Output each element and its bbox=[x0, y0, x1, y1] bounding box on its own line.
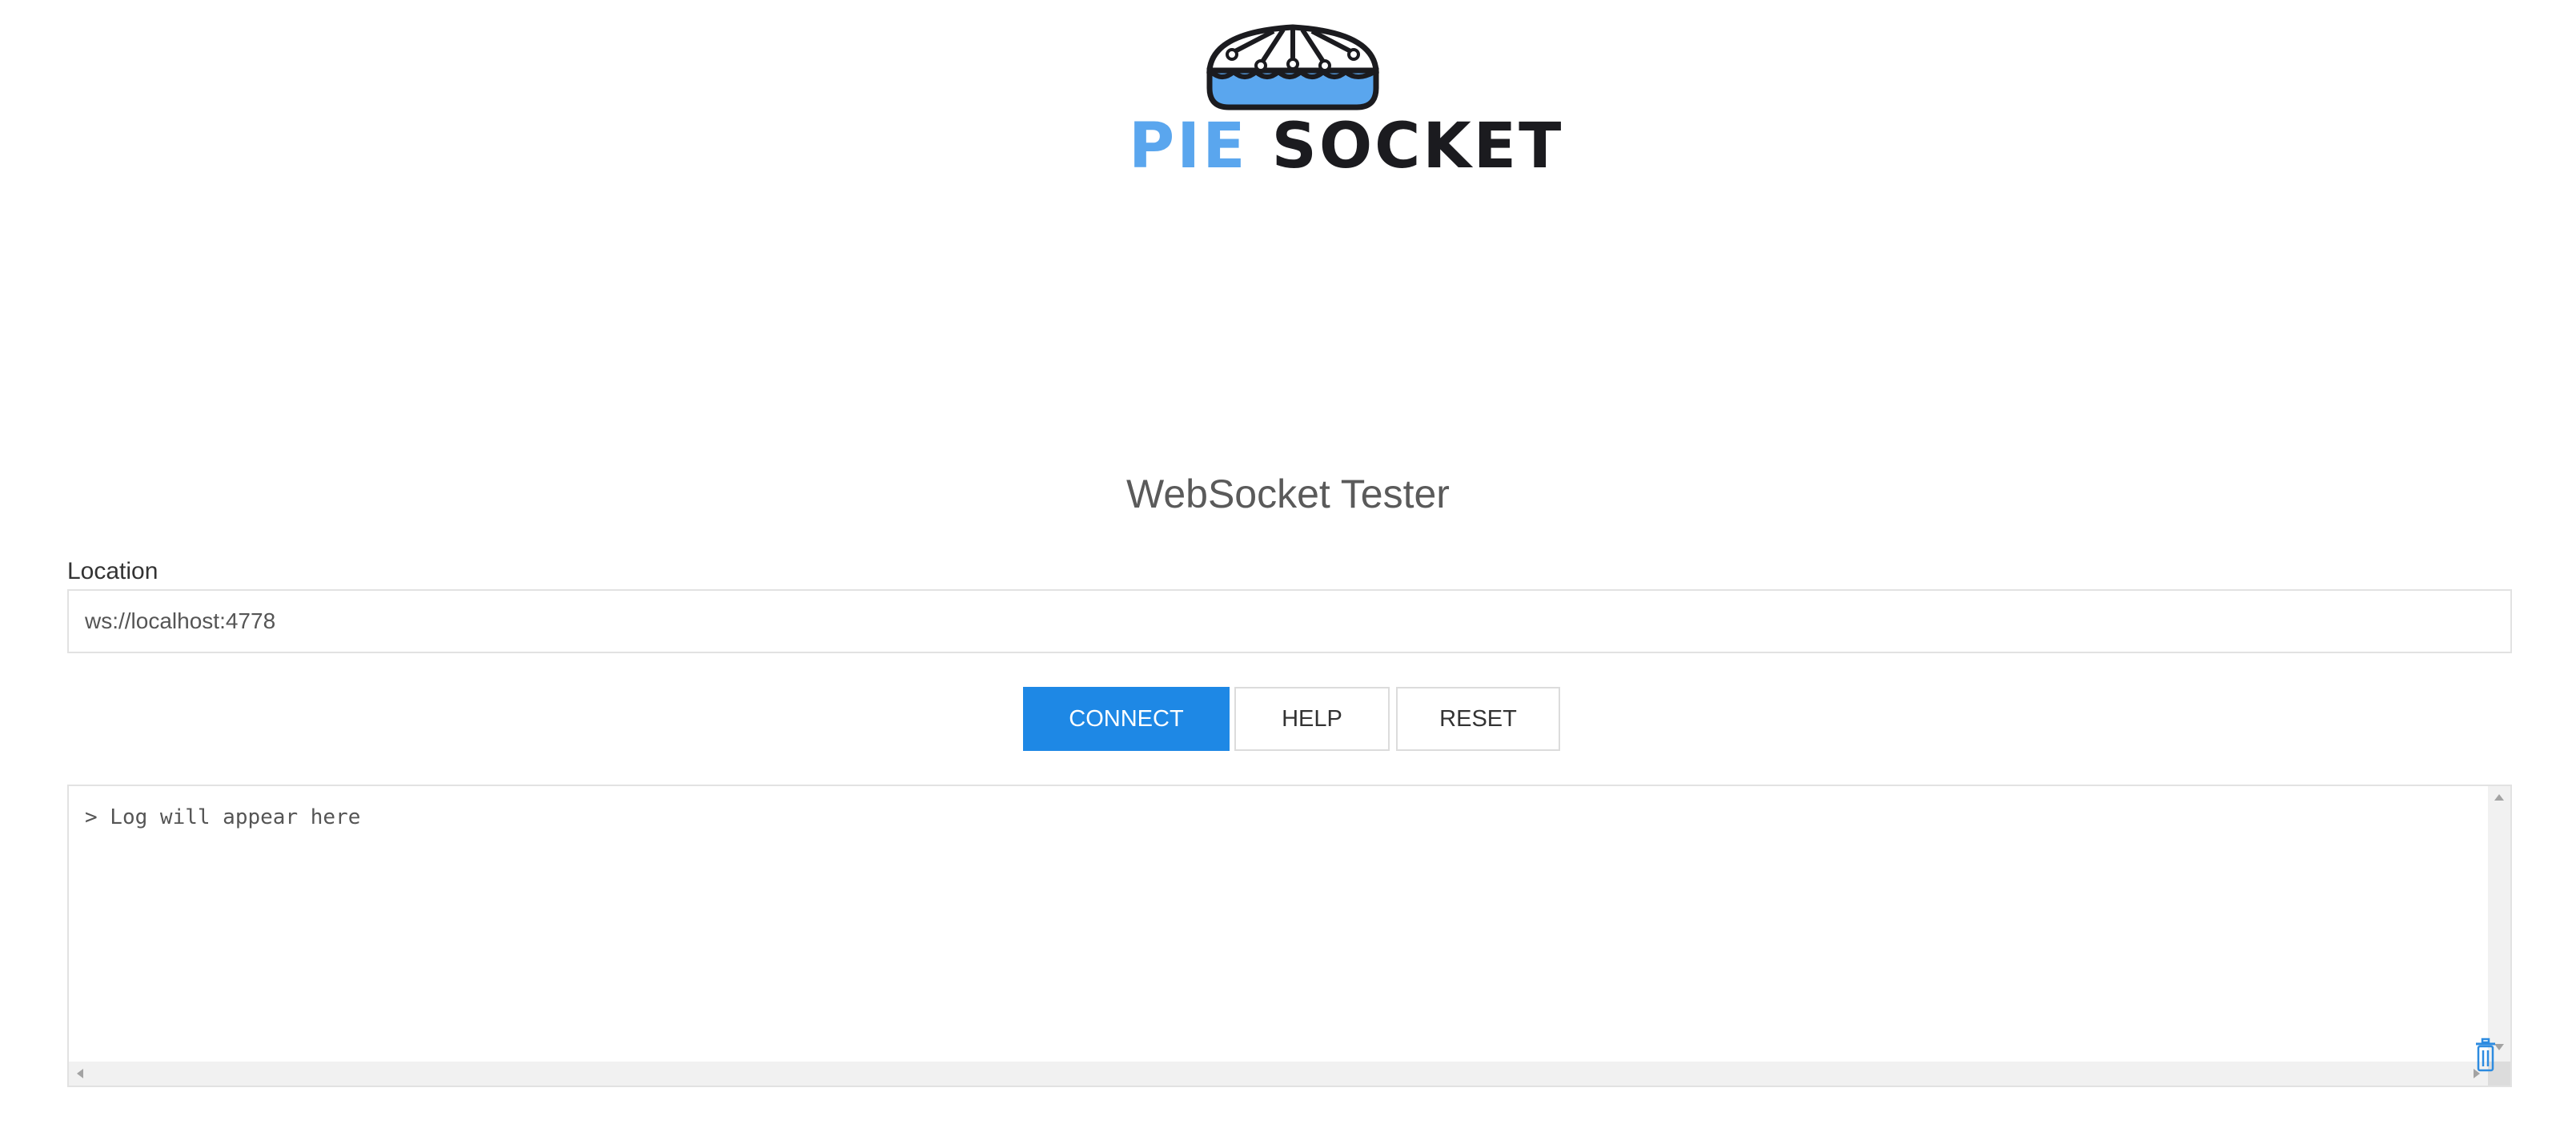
logo-word-socket: SOCKET bbox=[1271, 110, 1564, 183]
page-title: WebSocket Tester bbox=[1126, 472, 1450, 516]
scroll-up-arrow-icon[interactable] bbox=[2494, 794, 2504, 801]
trash-icon[interactable] bbox=[2474, 1038, 2498, 1073]
vertical-scrollbar[interactable] bbox=[2488, 786, 2510, 1063]
scroll-left-arrow-icon[interactable] bbox=[77, 1069, 83, 1078]
log-placeholder-text: > Log will appear here bbox=[85, 805, 361, 829]
piesocket-logo[interactable]: PIE SOCKET bbox=[1129, 24, 1561, 183]
location-input[interactable] bbox=[67, 589, 2512, 653]
log-output[interactable]: > Log will appear here bbox=[67, 785, 2512, 1087]
reset-button[interactable]: RESET bbox=[1396, 687, 1560, 751]
logo-word-pie: PIE bbox=[1129, 110, 1248, 183]
horizontal-scrollbar[interactable] bbox=[69, 1062, 2488, 1086]
logo-wordmark: PIE SOCKET bbox=[1129, 110, 1561, 183]
connect-button[interactable]: CONNECT bbox=[1023, 687, 1230, 751]
pie-logo-icon bbox=[1206, 24, 1379, 110]
help-button[interactable]: HELP bbox=[1234, 687, 1390, 751]
location-label: Location bbox=[67, 558, 158, 584]
page: PIE SOCKET WebSocket Tester Location CON… bbox=[0, 0, 2576, 1148]
